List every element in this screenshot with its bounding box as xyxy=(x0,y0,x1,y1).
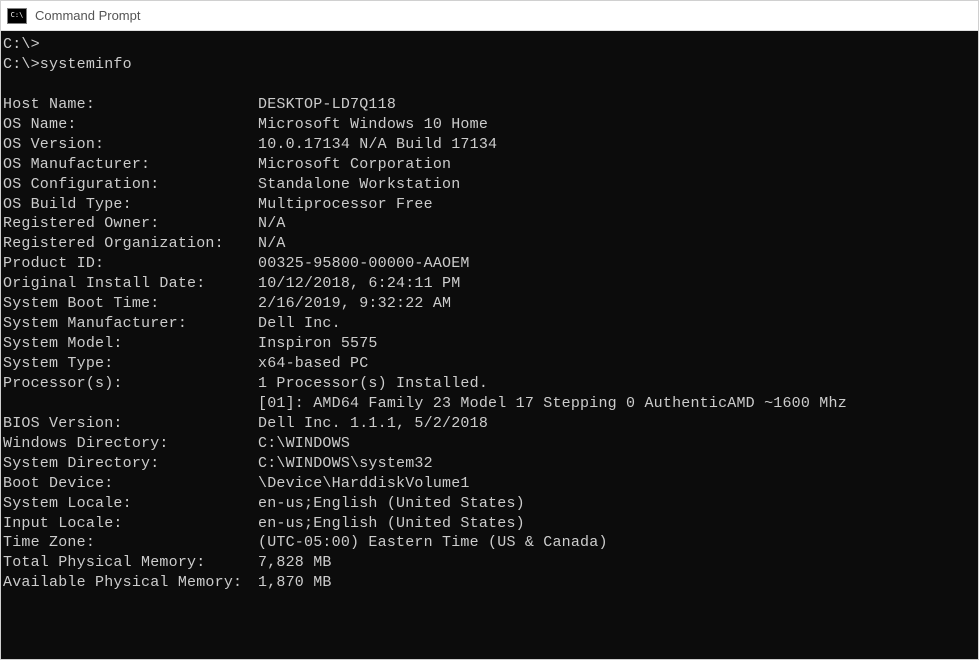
info-label: Windows Directory: xyxy=(3,434,258,454)
info-row: OS Build Type:Multiprocessor Free xyxy=(3,195,978,215)
info-row: Product ID:00325-95800-00000-AAOEM xyxy=(3,254,978,274)
info-label: System Model: xyxy=(3,334,258,354)
info-label: Original Install Date: xyxy=(3,274,258,294)
terminal-output[interactable]: C:\>C:\>systeminfo Host Name:DESKTOP-LD7… xyxy=(1,31,978,659)
cmd-icon xyxy=(7,8,27,24)
info-label: OS Build Type: xyxy=(3,195,258,215)
info-row: System Type:x64-based PC xyxy=(3,354,978,374)
info-label: Input Locale: xyxy=(3,514,258,534)
info-row: System Locale:en-us;English (United Stat… xyxy=(3,494,978,514)
info-label: System Type: xyxy=(3,354,258,374)
info-label: System Boot Time: xyxy=(3,294,258,314)
info-row: Windows Directory:C:\WINDOWS xyxy=(3,434,978,454)
info-label: OS Name: xyxy=(3,115,258,135)
info-label: OS Version: xyxy=(3,135,258,155)
info-row: Input Locale:en-us;English (United State… xyxy=(3,514,978,534)
info-value: (UTC-05:00) Eastern Time (US & Canada) xyxy=(258,533,978,553)
info-label: Processor(s): xyxy=(3,374,258,394)
info-value: 1,870 MB xyxy=(258,573,978,593)
info-value: 7,828 MB xyxy=(258,553,978,573)
info-label: Product ID: xyxy=(3,254,258,274)
info-row: System Model:Inspiron 5575 xyxy=(3,334,978,354)
titlebar[interactable]: Command Prompt xyxy=(1,1,978,31)
info-value: Multiprocessor Free xyxy=(258,195,978,215)
processor-detail: [01]: AMD64 Family 23 Model 17 Stepping … xyxy=(3,394,978,414)
info-row: OS Name:Microsoft Windows 10 Home xyxy=(3,115,978,135)
info-value: 10/12/2018, 6:24:11 PM xyxy=(258,274,978,294)
info-row: OS Configuration:Standalone Workstation xyxy=(3,175,978,195)
info-label: Registered Owner: xyxy=(3,214,258,234)
info-value: en-us;English (United States) xyxy=(258,494,978,514)
info-value: Microsoft Corporation xyxy=(258,155,978,175)
info-label: BIOS Version: xyxy=(3,414,258,434)
prompt-line: C:\> xyxy=(3,35,978,55)
command-line: C:\>systeminfo xyxy=(3,55,978,75)
info-label: System Directory: xyxy=(3,454,258,474)
info-label: System Locale: xyxy=(3,494,258,514)
info-value: Dell Inc. xyxy=(258,314,978,334)
info-row: Available Physical Memory:1,870 MB xyxy=(3,573,978,593)
info-value: Inspiron 5575 xyxy=(258,334,978,354)
command-prompt-window: Command Prompt C:\>C:\>systeminfo Host N… xyxy=(0,0,979,660)
window-title: Command Prompt xyxy=(35,8,140,23)
info-row: System Boot Time:2/16/2019, 9:32:22 AM xyxy=(3,294,978,314)
info-value: x64-based PC xyxy=(258,354,978,374)
info-label: OS Manufacturer: xyxy=(3,155,258,175)
info-value: C:\WINDOWS xyxy=(258,434,978,454)
info-value: N/A xyxy=(258,214,978,234)
info-value: Microsoft Windows 10 Home xyxy=(258,115,978,135)
info-row: OS Manufacturer:Microsoft Corporation xyxy=(3,155,978,175)
info-label: Boot Device: xyxy=(3,474,258,494)
info-row: Registered Owner:N/A xyxy=(3,214,978,234)
info-row: System Directory:C:\WINDOWS\system32 xyxy=(3,454,978,474)
info-value: DESKTOP-LD7Q118 xyxy=(258,95,978,115)
info-row: Total Physical Memory:7,828 MB xyxy=(3,553,978,573)
info-row: Boot Device:\Device\HarddiskVolume1 xyxy=(3,474,978,494)
info-value: 2/16/2019, 9:32:22 AM xyxy=(258,294,978,314)
info-value: Standalone Workstation xyxy=(258,175,978,195)
systeminfo-output: Host Name:DESKTOP-LD7Q118OS Name:Microso… xyxy=(3,95,978,593)
info-label: Total Physical Memory: xyxy=(3,553,258,573)
info-value: 10.0.17134 N/A Build 17134 xyxy=(258,135,978,155)
info-label: Available Physical Memory: xyxy=(3,573,258,593)
info-label: Time Zone: xyxy=(3,533,258,553)
info-row: OS Version:10.0.17134 N/A Build 17134 xyxy=(3,135,978,155)
info-row: Host Name:DESKTOP-LD7Q118 xyxy=(3,95,978,115)
info-value: 1 Processor(s) Installed. xyxy=(258,374,978,394)
info-value: C:\WINDOWS\system32 xyxy=(258,454,978,474)
info-value: Dell Inc. 1.1.1, 5/2/2018 xyxy=(258,414,978,434)
info-label: OS Configuration: xyxy=(3,175,258,195)
info-row: BIOS Version:Dell Inc. 1.1.1, 5/2/2018 xyxy=(3,414,978,434)
info-row: Original Install Date:10/12/2018, 6:24:1… xyxy=(3,274,978,294)
info-row: System Manufacturer:Dell Inc. xyxy=(3,314,978,334)
info-value: N/A xyxy=(258,234,978,254)
info-row: Registered Organization:N/A xyxy=(3,234,978,254)
info-row: Processor(s):1 Processor(s) Installed. xyxy=(3,374,978,394)
info-label: Registered Organization: xyxy=(3,234,258,254)
info-label: Host Name: xyxy=(3,95,258,115)
info-row: Time Zone:(UTC-05:00) Eastern Time (US &… xyxy=(3,533,978,553)
info-value: 00325-95800-00000-AAOEM xyxy=(258,254,978,274)
info-label: System Manufacturer: xyxy=(3,314,258,334)
info-value: en-us;English (United States) xyxy=(258,514,978,534)
info-value: \Device\HarddiskVolume1 xyxy=(258,474,978,494)
